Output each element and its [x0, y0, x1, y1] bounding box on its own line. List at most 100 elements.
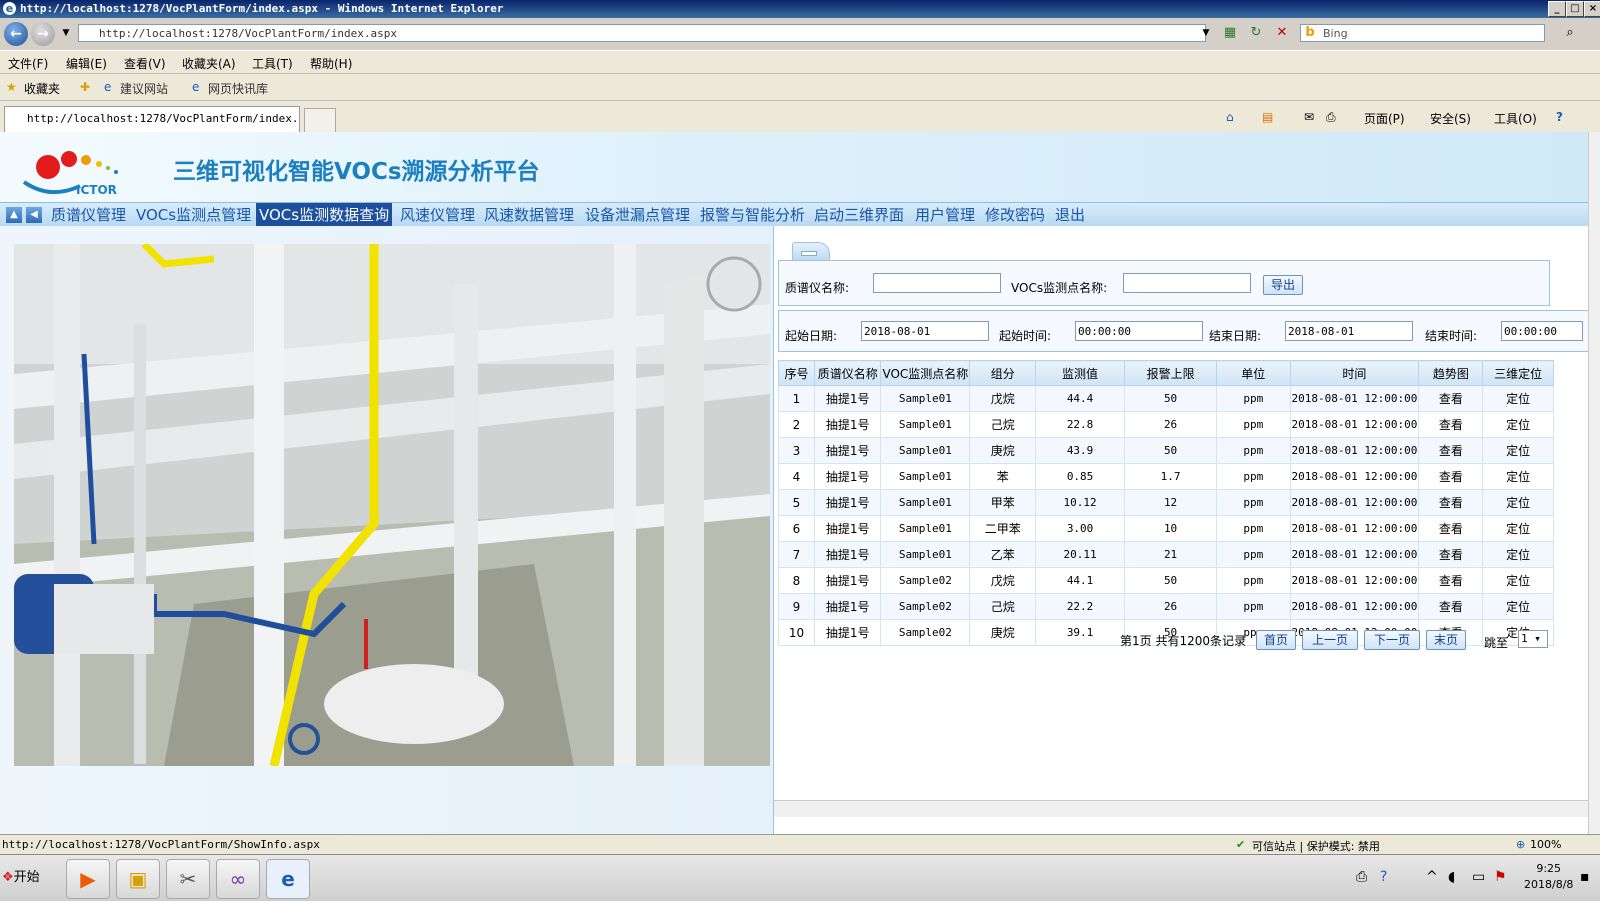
- locate-3d-link[interactable]: 定位: [1482, 489, 1554, 516]
- tray-help-icon[interactable]: ?: [1380, 869, 1387, 885]
- suggested-sites-link[interactable]: 建议网站: [120, 80, 168, 97]
- tray-flag-icon[interactable]: ⚑: [1494, 869, 1507, 885]
- next-page-button[interactable]: 下一页: [1364, 630, 1420, 650]
- refresh-icon[interactable]: ↻: [1248, 25, 1264, 41]
- voc-point-input[interactable]: [1123, 273, 1251, 293]
- zoom-level[interactable]: 100%: [1530, 838, 1561, 851]
- menu-file[interactable]: 文件(F): [8, 55, 48, 72]
- cell-alarm-limit: 50: [1124, 567, 1218, 594]
- nav-voc-data-query[interactable]: VOCs监测数据查询: [256, 203, 393, 227]
- view-trend-link[interactable]: 查看: [1418, 385, 1484, 412]
- tray-volume-icon[interactable]: ◖: [1448, 869, 1455, 885]
- nav-ms-management[interactable]: 质谱仪管理: [48, 203, 129, 227]
- explorer-icon[interactable]: ▣: [116, 859, 160, 899]
- show-desktop-icon[interactable]: ▪: [1580, 869, 1590, 885]
- nav-wind-data-management[interactable]: 风速数据管理: [481, 203, 577, 227]
- last-page-button[interactable]: 末页: [1426, 630, 1466, 650]
- tools-icon[interactable]: ✂: [166, 859, 210, 899]
- tray-show-hidden-icon[interactable]: ^: [1426, 869, 1438, 885]
- start-button[interactable]: ❖开始: [2, 865, 50, 891]
- locate-3d-link[interactable]: 定位: [1482, 515, 1554, 542]
- nav-up-icon[interactable]: ▲: [6, 207, 22, 223]
- safety-menu[interactable]: 安全(S): [1430, 110, 1471, 127]
- search-input[interactable]: Bing: [1300, 24, 1545, 42]
- start-date-input[interactable]: [861, 321, 989, 341]
- web-slice-gallery-link[interactable]: 网页快讯库: [208, 80, 268, 97]
- panel-tab[interactable]: [792, 242, 830, 261]
- clock[interactable]: 9:25 2018/8/8: [1524, 861, 1573, 893]
- locate-3d-link[interactable]: 定位: [1482, 411, 1554, 438]
- vertical-scrollbar[interactable]: [1588, 132, 1600, 834]
- cell-index: 9: [778, 593, 815, 620]
- locate-3d-link[interactable]: 定位: [1482, 437, 1554, 464]
- tray-printer-icon[interactable]: ⎙: [1356, 869, 1367, 885]
- search-icon[interactable]: ⌕: [1562, 25, 1578, 41]
- nav-anemometer-management[interactable]: 风速仪管理: [397, 203, 478, 227]
- read-mail-icon[interactable]: ✉: [1304, 110, 1314, 124]
- view-trend-link[interactable]: 查看: [1418, 593, 1484, 620]
- view-trend-link[interactable]: 查看: [1418, 567, 1484, 594]
- address-input[interactable]: http://localhost:1278/VocPlantForm/index…: [78, 24, 1206, 42]
- page-menu[interactable]: 页面(P): [1364, 110, 1405, 127]
- stop-icon[interactable]: ✕: [1274, 25, 1290, 41]
- view-trend-link[interactable]: 查看: [1418, 489, 1484, 516]
- nav-voc-point-management[interactable]: VOCs监测点管理: [133, 203, 254, 227]
- ms-name-input[interactable]: [873, 273, 1001, 293]
- locate-3d-link[interactable]: 定位: [1482, 463, 1554, 490]
- favorites-button[interactable]: 收藏夹: [24, 80, 60, 97]
- address-dropdown-icon[interactable]: ▼: [1198, 25, 1214, 41]
- first-page-button[interactable]: 首页: [1256, 630, 1296, 650]
- tray-network-icon[interactable]: ▭: [1472, 869, 1485, 885]
- view-trend-link[interactable]: 查看: [1418, 463, 1484, 490]
- nav-logout[interactable]: 退出: [1052, 203, 1088, 227]
- tab-current[interactable]: http://localhost:1278/VocPlantForm/index…: [4, 106, 300, 132]
- view-trend-link[interactable]: 查看: [1418, 515, 1484, 542]
- start-time-input[interactable]: [1075, 321, 1203, 341]
- tools-menu[interactable]: 工具(O): [1494, 110, 1537, 127]
- nav-change-password[interactable]: 修改密码: [982, 203, 1048, 227]
- menu-view[interactable]: 查看(V): [124, 55, 166, 72]
- visual-studio-icon[interactable]: ∞: [216, 859, 260, 899]
- view-trend-link[interactable]: 查看: [1418, 411, 1484, 438]
- nav-alarm-analysis[interactable]: 报警与智能分析: [697, 203, 808, 227]
- menu-help[interactable]: 帮助(H): [310, 55, 352, 72]
- locate-3d-link[interactable]: 定位: [1482, 541, 1554, 568]
- cell-ms-name: 抽提1号: [813, 463, 882, 490]
- menu-edit[interactable]: 编辑(E): [66, 55, 107, 72]
- end-date-input[interactable]: [1285, 321, 1413, 341]
- close-window-button[interactable]: ×: [1584, 1, 1600, 17]
- export-button[interactable]: 导出: [1263, 275, 1303, 295]
- page-select[interactable]: 1 ▾: [1518, 630, 1548, 648]
- locate-3d-link[interactable]: 定位: [1482, 385, 1554, 412]
- new-tab-button[interactable]: [304, 108, 336, 133]
- prev-page-button[interactable]: 上一页: [1302, 630, 1358, 650]
- maximize-button[interactable]: □: [1566, 1, 1584, 17]
- nav-user-management[interactable]: 用户管理: [912, 203, 978, 227]
- forward-button[interactable]: →: [31, 22, 55, 46]
- internet-explorer-task[interactable]: e: [266, 859, 310, 899]
- history-dropdown-icon[interactable]: ▼: [58, 25, 74, 41]
- 3d-plant-view[interactable]: [14, 244, 770, 766]
- view-trend-link[interactable]: 查看: [1418, 541, 1484, 568]
- horizontal-scrollbar[interactable]: [774, 800, 1588, 817]
- print-icon[interactable]: ⎙: [1326, 110, 1336, 125]
- menu-favorites[interactable]: 收藏夹(A): [182, 55, 236, 72]
- back-button[interactable]: ←: [4, 22, 28, 46]
- nav-back-icon[interactable]: ◀: [26, 207, 42, 223]
- minimize-button[interactable]: _: [1548, 1, 1566, 17]
- locate-3d-link[interactable]: 定位: [1482, 567, 1554, 594]
- nav-launch-3d[interactable]: 启动三维界面: [811, 203, 907, 227]
- locate-3d-link[interactable]: 定位: [1482, 593, 1554, 620]
- view-trend-link[interactable]: 查看: [1418, 437, 1484, 464]
- home-icon[interactable]: ⌂: [1226, 110, 1234, 124]
- help-icon[interactable]: ?: [1556, 110, 1563, 124]
- bing-icon: b: [1305, 25, 1315, 40]
- compatibility-icon[interactable]: ▦: [1222, 25, 1238, 41]
- menu-tools[interactable]: 工具(T): [252, 55, 293, 72]
- feeds-icon[interactable]: ▤: [1262, 110, 1273, 124]
- nav-leak-point-management[interactable]: 设备泄漏点管理: [582, 203, 693, 227]
- media-player-icon[interactable]: ▶: [66, 859, 110, 899]
- add-favorite-icon[interactable]: ✚: [80, 80, 90, 94]
- end-time-input[interactable]: [1501, 321, 1583, 341]
- zoom-icon[interactable]: ⊕: [1516, 838, 1525, 851]
